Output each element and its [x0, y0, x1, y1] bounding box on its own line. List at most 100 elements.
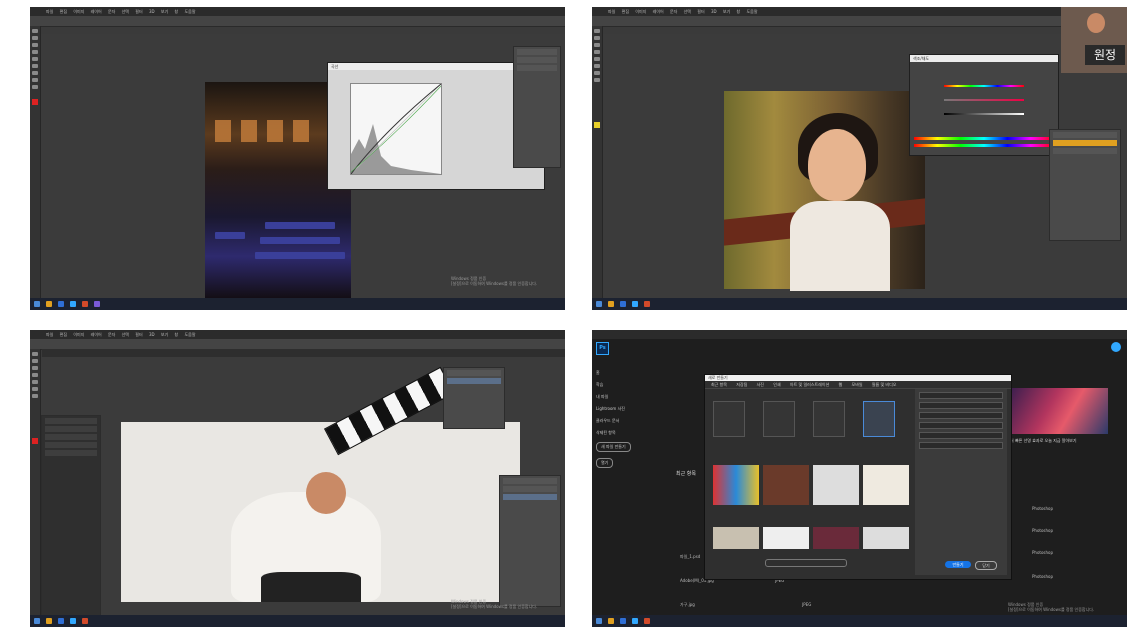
menu-item[interactable]: 문자 [670, 9, 677, 14]
menu-item[interactable]: 레이어 [91, 9, 102, 14]
panel-row[interactable] [1053, 132, 1117, 138]
sidebar-item-lightroom[interactable]: Lightroom 사진 [596, 406, 666, 412]
tab-recent[interactable]: 최근 항목 [711, 382, 727, 387]
menu-item[interactable]: 도움말 [184, 9, 195, 14]
history-row[interactable] [45, 450, 97, 456]
file-explorer-icon[interactable] [608, 301, 614, 307]
menu-item[interactable]: 파일 [46, 9, 53, 14]
brush-tool-icon[interactable] [594, 57, 600, 61]
menu-item[interactable]: 보기 [161, 332, 168, 337]
text-tool-icon[interactable] [594, 71, 600, 75]
app-icon[interactable] [644, 301, 650, 307]
app-icon[interactable] [94, 301, 100, 307]
name-field[interactable] [919, 392, 1003, 399]
foreground-color-swatch[interactable] [594, 122, 600, 128]
tab-mobile[interactable]: 모바일 [852, 382, 863, 387]
lasso-tool-icon[interactable] [594, 43, 600, 47]
history-row[interactable] [45, 426, 97, 432]
account-avatar[interactable] [1111, 342, 1121, 352]
close-button[interactable]: 닫기 [975, 561, 997, 570]
lasso-tool-icon[interactable] [32, 43, 38, 47]
curves-graph[interactable] [350, 83, 442, 175]
browser-icon[interactable] [620, 301, 626, 307]
document-canvas[interactable]: 색조/채도 [603, 34, 1127, 298]
windows-start-icon[interactable] [34, 618, 40, 624]
background-field[interactable] [919, 442, 1003, 449]
menu-item[interactable]: 이미지 [73, 9, 84, 14]
create-button[interactable]: 만들기 [945, 561, 971, 568]
template-thumbnail[interactable] [763, 527, 809, 549]
browser-icon[interactable] [620, 618, 626, 624]
preset-card[interactable] [713, 401, 745, 437]
tab-print[interactable]: 인쇄 [773, 382, 780, 387]
menu-item[interactable]: 문자 [108, 332, 115, 337]
sidebar-item-home[interactable]: 홈 [596, 370, 666, 376]
menu-item[interactable]: 창 [175, 332, 179, 337]
template-thumbnail[interactable] [863, 465, 909, 505]
template-thumbnail[interactable] [713, 527, 759, 549]
template-thumbnail[interactable] [713, 465, 759, 505]
file-explorer-icon[interactable] [608, 618, 614, 624]
tab-photo[interactable]: 사진 [757, 382, 764, 387]
layer-row[interactable] [1053, 148, 1117, 154]
saturation-slider[interactable] [944, 99, 1024, 101]
open-button[interactable]: 열기 [596, 458, 614, 468]
foreground-color-swatch[interactable] [32, 99, 38, 105]
brush-tool-icon[interactable] [32, 380, 38, 384]
menu-item[interactable]: 문자 [108, 9, 115, 14]
eraser-tool-icon[interactable] [594, 64, 600, 68]
tab-art[interactable]: 아트 및 일러스트레이션 [790, 382, 829, 387]
preset-card-selected[interactable] [863, 401, 895, 437]
template-thumbnail[interactable] [813, 527, 859, 549]
panel-row[interactable] [503, 486, 557, 492]
sidebar-item-learn[interactable]: 학습 [596, 382, 666, 388]
menu-item[interactable]: 3D [711, 9, 717, 14]
move-tool-icon[interactable] [32, 29, 38, 33]
create-new-button[interactable]: 새 파일 만들기 [596, 442, 631, 452]
crop-tool-icon[interactable] [32, 50, 38, 54]
menu-item[interactable]: 파일 [46, 332, 53, 337]
history-row[interactable] [45, 418, 97, 424]
width-field[interactable] [919, 402, 1003, 409]
panel-row[interactable] [517, 57, 557, 63]
panel-row[interactable] [447, 370, 501, 376]
menu-item[interactable]: 레이어 [91, 332, 102, 337]
photoshop-icon[interactable] [632, 618, 638, 624]
search-templates-input[interactable] [765, 559, 847, 567]
menu-item[interactable]: 레이어 [653, 9, 664, 14]
template-thumbnail[interactable] [863, 527, 909, 549]
foreground-color-swatch[interactable] [32, 438, 38, 444]
eraser-tool-icon[interactable] [32, 387, 38, 391]
marquee-tool-icon[interactable] [594, 36, 600, 40]
hue-slider[interactable] [944, 85, 1024, 87]
panel-row[interactable] [517, 65, 557, 71]
document-canvas[interactable]: 곡선 확인 취소 Windows 정품 인증 [설정]으로 이동하여 Windo… [41, 34, 565, 300]
windows-start-icon[interactable] [34, 301, 40, 307]
menu-item[interactable]: 창 [175, 9, 179, 14]
move-tool-icon[interactable] [594, 29, 600, 33]
text-tool-icon[interactable] [32, 71, 38, 75]
menu-item[interactable]: 필터 [697, 9, 704, 14]
marquee-tool-icon[interactable] [32, 359, 38, 363]
menu-item[interactable]: 도움말 [746, 9, 757, 14]
menu-item[interactable]: 편집 [60, 332, 67, 337]
app-icon[interactable] [644, 618, 650, 624]
list-item[interactable]: 가구.jpg JPEG [680, 602, 811, 608]
browser-icon[interactable] [58, 301, 64, 307]
history-row[interactable] [45, 434, 97, 440]
hand-tool-icon[interactable] [594, 78, 600, 82]
photoshop-icon[interactable] [70, 618, 76, 624]
menu-item[interactable]: 선택 [122, 332, 129, 337]
menu-item[interactable]: 보기 [161, 9, 168, 14]
menu-item[interactable]: 편집 [622, 9, 629, 14]
document-tabs[interactable] [42, 349, 565, 357]
browser-icon[interactable] [58, 618, 64, 624]
menu-item[interactable]: 3D [149, 332, 155, 337]
document-canvas[interactable]: Windows 정품 인증 [설정]으로 이동하여 Windows를 정품 인증… [41, 357, 565, 617]
lightness-slider[interactable] [944, 113, 1024, 115]
tab-saved[interactable]: 저장됨 [736, 382, 747, 387]
menu-item[interactable]: 도움말 [184, 332, 195, 337]
preset-card[interactable] [813, 401, 845, 437]
file-explorer-icon[interactable] [46, 301, 52, 307]
menu-item[interactable]: 선택 [122, 9, 129, 14]
